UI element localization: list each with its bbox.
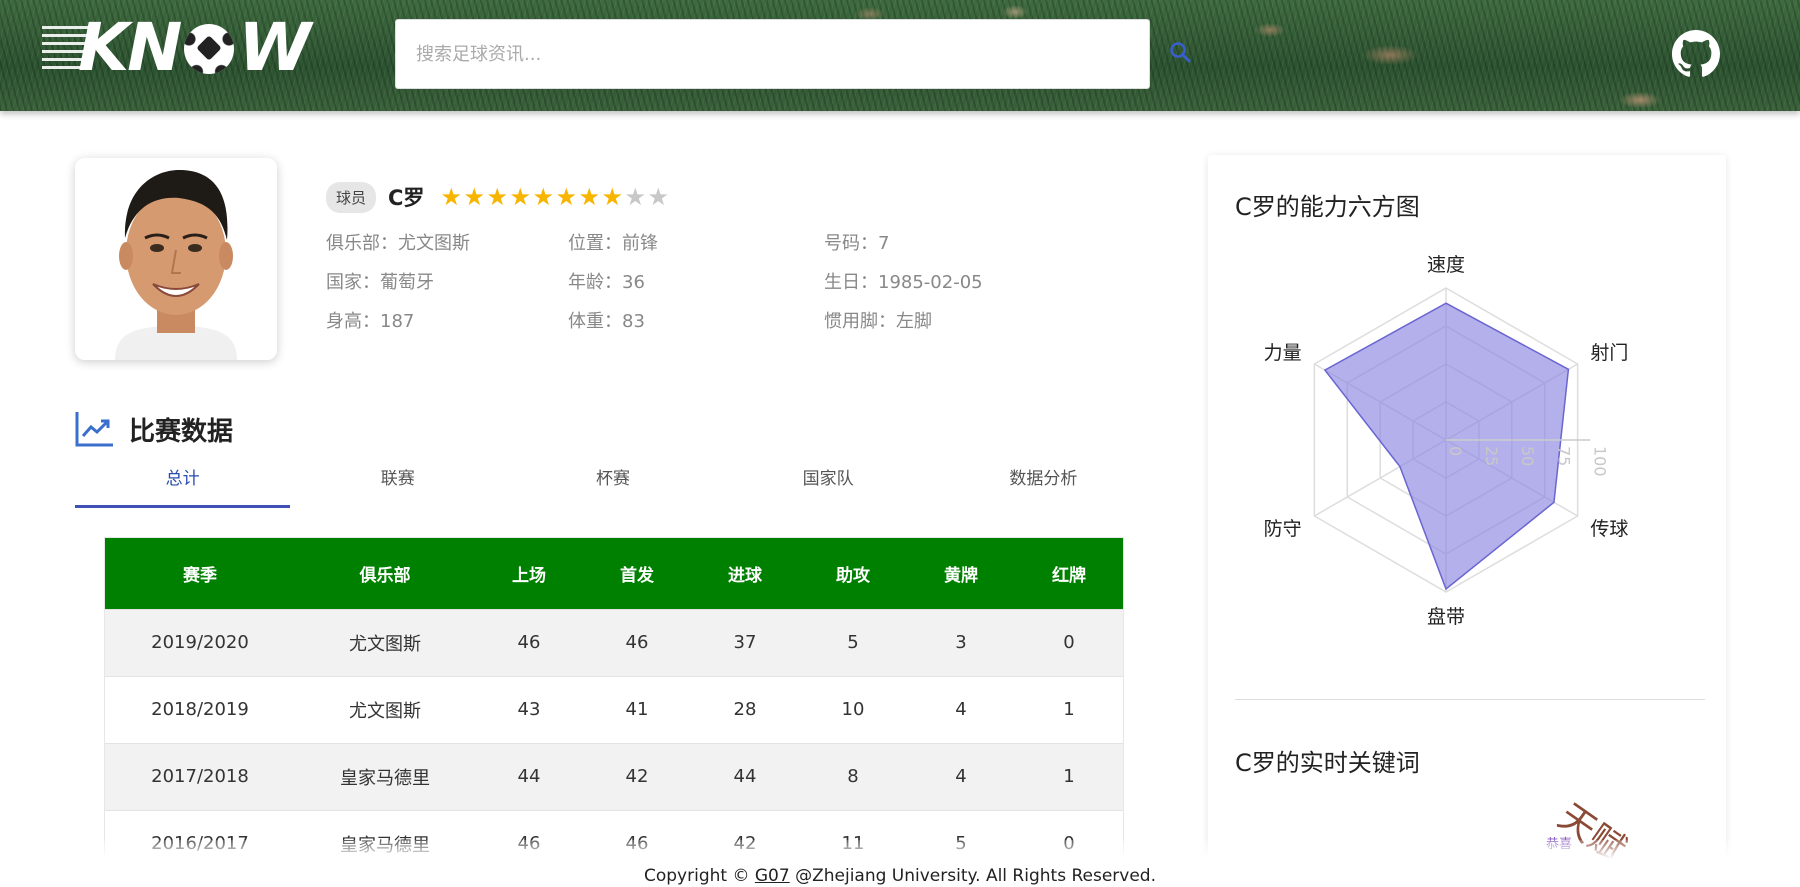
table-cell: 44 bbox=[691, 742, 799, 810]
player-height: 身高：187 bbox=[326, 311, 415, 332]
stats-tabs: 总计 联赛 杯赛 国家队 数据分析 bbox=[75, 460, 1151, 508]
col-goals: 进球 bbox=[691, 538, 799, 609]
radar-axis-label: 力量 bbox=[1264, 342, 1302, 364]
know-logo[interactable]: KN W bbox=[42, 12, 318, 84]
table-cell: 1 bbox=[1015, 675, 1123, 743]
line-chart-icon bbox=[75, 412, 113, 447]
col-assists: 助攻 bbox=[799, 538, 907, 609]
col-club: 俱乐部 bbox=[295, 538, 475, 609]
player-name: C罗 bbox=[388, 186, 425, 210]
top-header: KN W bbox=[0, 0, 1800, 111]
table-cell: 37 bbox=[691, 608, 799, 676]
radar-axis-label: 射门 bbox=[1590, 342, 1628, 364]
player-portrait-image bbox=[75, 158, 277, 360]
star-icon: ★ bbox=[601, 183, 623, 211]
radar-tick-label: 100 bbox=[1590, 446, 1609, 477]
radar-axis-label: 盘带 bbox=[1427, 606, 1465, 628]
player-country: 国家：葡萄牙 bbox=[326, 272, 434, 293]
table-row: 2018/2019 尤文图斯 43 41 28 10 4 1 bbox=[105, 675, 1123, 743]
soccer-ball-icon bbox=[184, 24, 235, 74]
col-appearances: 上场 bbox=[475, 538, 583, 609]
radar-tick-label: 75 bbox=[1554, 446, 1573, 466]
footer-suffix: @Zhejiang University. All Rights Reserve… bbox=[789, 866, 1156, 886]
table-row: 2019/2020 尤文图斯 46 46 37 5 3 0 bbox=[105, 608, 1123, 676]
player-weight: 体重：83 bbox=[568, 311, 645, 332]
radar-tick-label: 50 bbox=[1518, 446, 1537, 466]
radar-axis-label: 防守 bbox=[1264, 518, 1302, 540]
footer-link[interactable]: G07 bbox=[755, 866, 790, 886]
player-position: 位置：前锋 bbox=[568, 233, 658, 254]
player-foot: 惯用脚：左脚 bbox=[824, 311, 932, 332]
table-row: 2017/2018 皇家马德里 44 42 44 8 4 1 bbox=[105, 742, 1123, 810]
star-icon: ★ bbox=[486, 183, 508, 211]
page-footer: Copyright © G07 @Zhejiang University. Al… bbox=[0, 866, 1800, 886]
table-cell: 2018/2019 bbox=[105, 675, 295, 743]
player-birthday: 生日：1985-02-05 bbox=[824, 272, 983, 293]
table-cell: 10 bbox=[799, 675, 907, 743]
radar-tick-label: 0 bbox=[1446, 446, 1465, 456]
radar-chart: 0 25 50 75 100 速度射门传球盘带 防守 力量 bbox=[1264, 254, 1629, 628]
card-divider bbox=[1235, 699, 1705, 700]
radar-axis-label: 传球 bbox=[1590, 518, 1628, 540]
tab-cup[interactable]: 杯赛 bbox=[505, 460, 720, 508]
stats-title-text: 比赛数据 bbox=[129, 416, 234, 447]
player-photo bbox=[75, 158, 277, 360]
ability-card: C罗的能力六方图 0 25 50 75 100 速度射门传球盘带 防守 力量 C罗的实时关键词… bbox=[1208, 155, 1726, 875]
table-cell: 皇家马德里 bbox=[295, 742, 475, 810]
tab-data-analysis[interactable]: 数据分析 bbox=[936, 460, 1151, 508]
table-cell: 5 bbox=[799, 608, 907, 676]
radar-tick-label: 25 bbox=[1482, 446, 1501, 466]
footer-prefix: Copyright © bbox=[644, 866, 755, 886]
stats-section-title: 比赛数据 bbox=[75, 410, 233, 448]
col-red-cards: 红牌 bbox=[1015, 538, 1123, 609]
table-cell: 42 bbox=[583, 742, 691, 810]
table-cell: 1 bbox=[1015, 742, 1123, 810]
star-icon: ★ bbox=[555, 183, 577, 211]
search-input[interactable] bbox=[395, 19, 1150, 89]
player-age: 年龄：36 bbox=[568, 272, 645, 293]
github-icon[interactable] bbox=[1672, 30, 1720, 78]
table-cell: 46 bbox=[583, 608, 691, 676]
table-cell: 尤文图斯 bbox=[295, 608, 475, 676]
player-tag: 球员 bbox=[326, 181, 377, 213]
table-cell: 2017/2018 bbox=[105, 742, 295, 810]
player-number: 号码：7 bbox=[824, 233, 890, 254]
table-cell: 尤文图斯 bbox=[295, 675, 475, 743]
star-icon: ★ bbox=[624, 183, 646, 211]
player-name-row: 球员 C罗 ★ ★ ★ ★ ★ ★ ★ ★ ★ ★ bbox=[326, 180, 669, 214]
table-cell: 28 bbox=[691, 675, 799, 743]
col-yellow-cards: 黄牌 bbox=[907, 538, 1015, 609]
radar-title: C罗的能力六方图 bbox=[1235, 193, 1420, 221]
rating-stars: ★ ★ ★ ★ ★ ★ ★ ★ ★ ★ bbox=[440, 185, 669, 209]
table-cell: 2019/2020 bbox=[105, 608, 295, 676]
table-cell: 0 bbox=[1015, 608, 1123, 676]
tab-league[interactable]: 联赛 bbox=[290, 460, 505, 508]
table-cell: 44 bbox=[475, 742, 583, 810]
player-club: 俱乐部：尤文图斯 bbox=[326, 233, 470, 254]
table-cell: 3 bbox=[907, 608, 1015, 676]
star-icon: ★ bbox=[509, 183, 531, 211]
table-header-row: 赛季 俱乐部 上场 首发 进球 助攻 黄牌 红牌 bbox=[105, 538, 1123, 609]
col-season: 赛季 bbox=[105, 538, 295, 609]
keywords-title: C罗的实时关键词 bbox=[1235, 749, 1420, 777]
search-icon[interactable] bbox=[1168, 40, 1192, 64]
table-cell: 46 bbox=[475, 608, 583, 676]
radar-axis-label: 速度 bbox=[1427, 254, 1465, 276]
tab-total[interactable]: 总计 bbox=[75, 460, 291, 508]
tab-national-team[interactable]: 国家队 bbox=[721, 460, 936, 508]
star-icon: ★ bbox=[440, 183, 462, 211]
star-icon: ★ bbox=[463, 183, 485, 211]
table-cell: 4 bbox=[907, 675, 1015, 743]
table-cell: 41 bbox=[583, 675, 691, 743]
star-icon: ★ bbox=[532, 183, 554, 211]
col-starts: 首发 bbox=[583, 538, 691, 609]
star-icon: ★ bbox=[647, 183, 669, 211]
table-cell: 4 bbox=[907, 742, 1015, 810]
table-cell: 43 bbox=[475, 675, 583, 743]
stats-table: 赛季 俱乐部 上场 首发 进球 助攻 黄牌 红牌 2019/2020 尤文图斯 … bbox=[105, 538, 1123, 877]
table-cell: 8 bbox=[799, 742, 907, 810]
star-icon: ★ bbox=[578, 183, 600, 211]
